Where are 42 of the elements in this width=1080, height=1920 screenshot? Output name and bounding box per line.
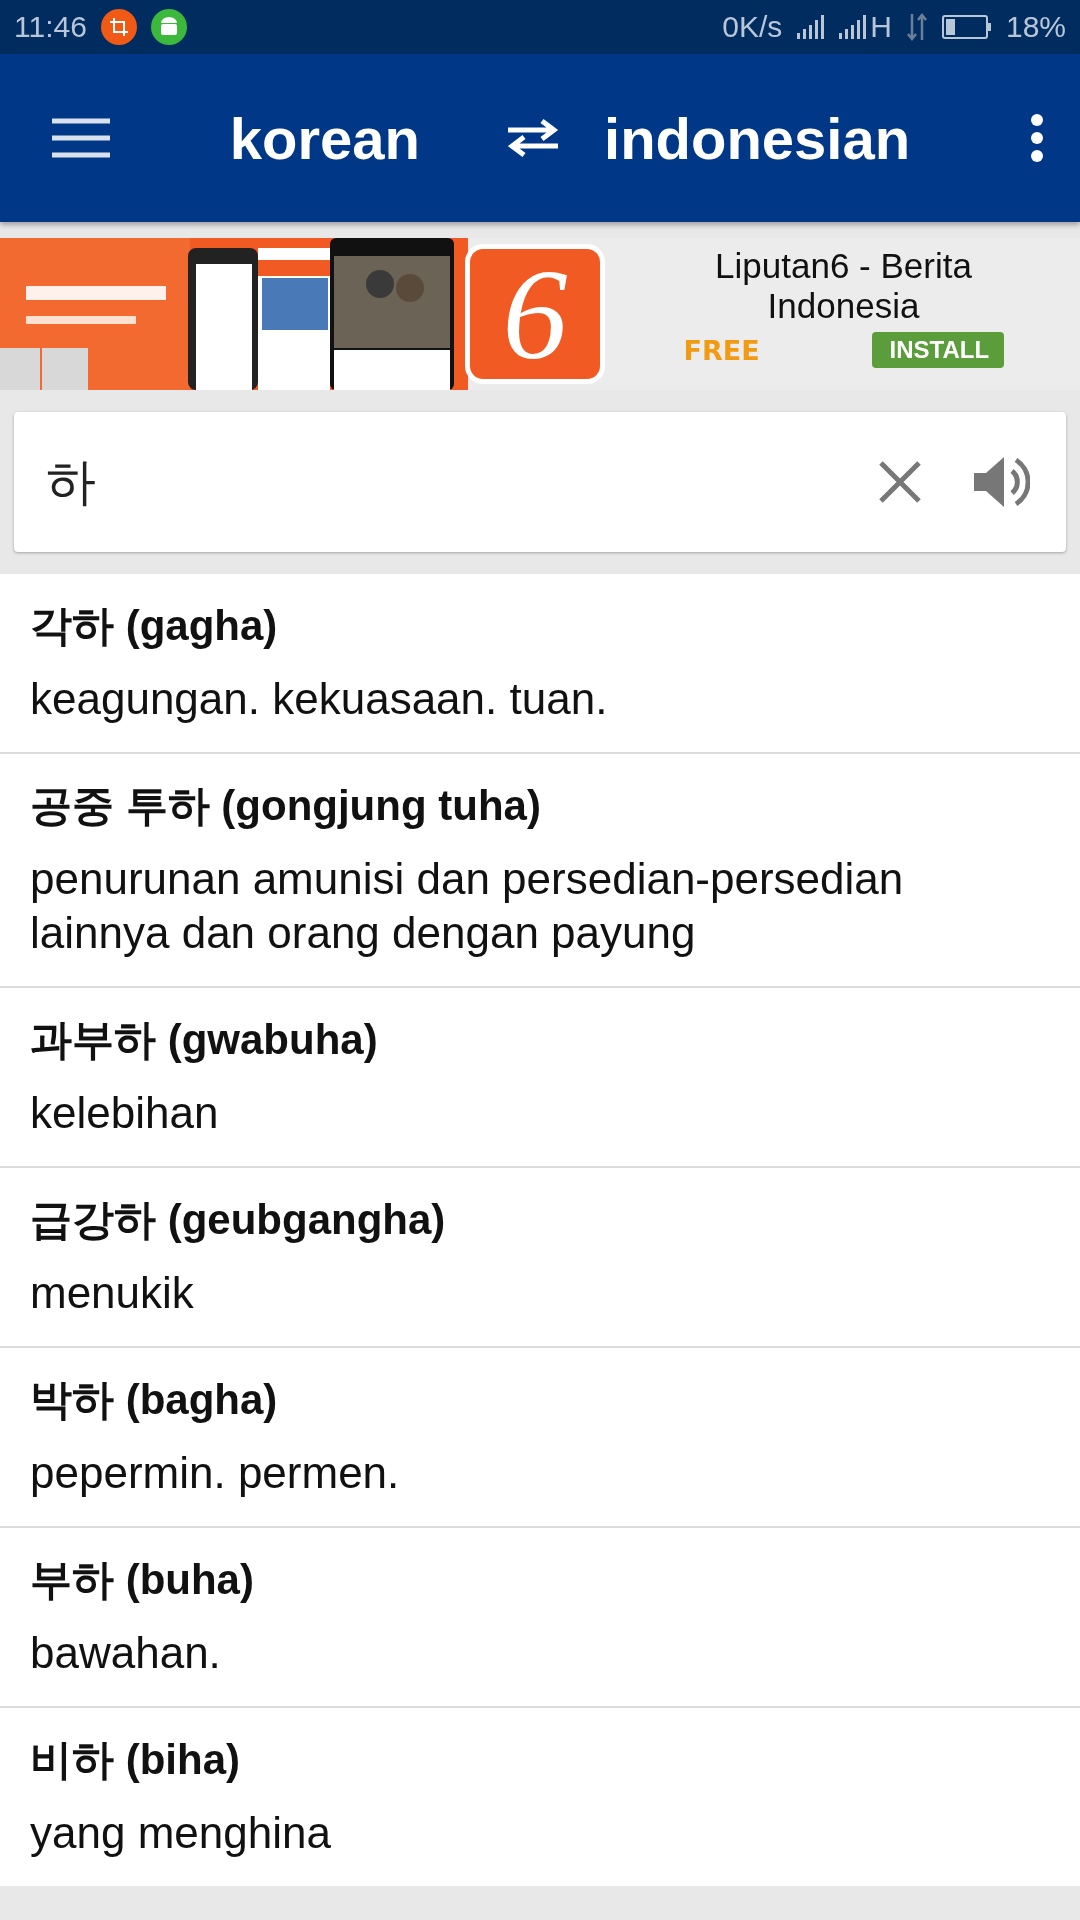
android-icon	[150, 9, 187, 45]
network-speed: 0K/s	[722, 10, 783, 44]
result-item[interactable]: 공중 투하 (gongjung tuha) penurunan amunisi dan persedian-persedian lainnya dan orang dengan payung	[0, 754, 1080, 986]
battery-icon	[941, 15, 992, 39]
result-term: 공중 투하 (gongjung tuha)	[30, 782, 542, 830]
result-meaning: penurunan amunisi dan persedian-persedian lainnya dan orang dengan payung	[30, 853, 905, 959]
price-label: FREE	[683, 334, 760, 366]
result-term: 과부하 (gwabuha)	[30, 1016, 379, 1064]
result-meaning: keagungan. kekuasaan. tuan.	[30, 673, 609, 725]
ad-title: Liputan6 - Berita Indonesia	[714, 246, 973, 326]
crop-icon	[100, 9, 137, 45]
result-term: 비하 (biha)	[30, 1736, 241, 1784]
result-meaning: bawahan.	[30, 1627, 222, 1679]
result-term: 급강하 (geubgangha)	[30, 1196, 447, 1244]
result-item[interactable]: 과부하 (gwabuha) kelebihan	[0, 988, 1080, 1166]
search-bar[interactable]: 하	[14, 412, 1066, 552]
result-meaning: pepermin. permen.	[30, 1447, 401, 1499]
speaker-icon[interactable]	[972, 455, 1030, 509]
app-logo: 6	[465, 244, 605, 384]
result-meaning: kelebihan	[30, 1087, 220, 1139]
signal-icon	[796, 15, 825, 39]
result-item[interactable]: 박하 (bagha) pepermin. permen.	[0, 1348, 1080, 1526]
result-meaning: yang menghina	[30, 1807, 332, 1859]
source-language[interactable]: korean	[229, 104, 421, 172]
target-language[interactable]: indonesian	[604, 104, 911, 172]
result-term: 각하 (gagha)	[30, 602, 279, 650]
data-arrows-icon	[905, 12, 928, 42]
result-term: 부하 (buha)	[30, 1556, 255, 1604]
swap-icon[interactable]	[506, 118, 561, 158]
result-item[interactable]: 급강하 (geubgangha) menukik	[0, 1168, 1080, 1346]
result-item[interactable]: 부하 (buha) bawahan.	[0, 1528, 1080, 1706]
close-icon[interactable]	[878, 460, 922, 504]
more-icon[interactable]	[1030, 113, 1044, 163]
status-time: 11:46	[14, 10, 87, 44]
network-type: H	[870, 10, 892, 44]
battery-percent: 18%	[1005, 10, 1066, 44]
result-term: 박하 (bagha)	[30, 1376, 279, 1424]
result-item[interactable]: 비하 (biha) yang menghina	[0, 1708, 1080, 1886]
menu-icon[interactable]	[52, 118, 110, 158]
signal-icon	[838, 15, 867, 39]
result-meaning: menukik	[30, 1267, 195, 1319]
result-item[interactable]: 각하 (gagha) keagungan. kekuasaan. tuan.	[0, 574, 1080, 752]
